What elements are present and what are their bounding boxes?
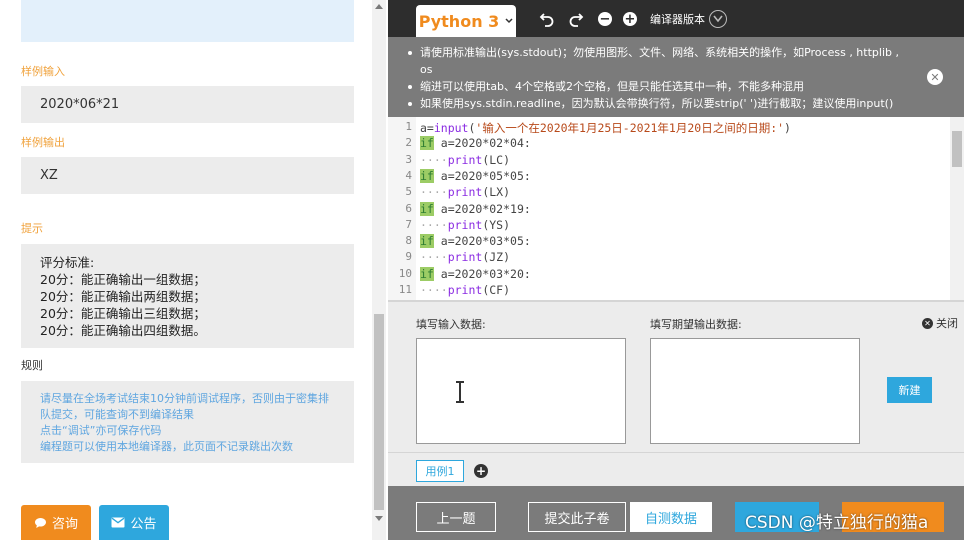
line-number: 4 (405, 168, 412, 182)
line-number: 2 (405, 136, 412, 150)
code-text[interactable]: ····print(LX) (420, 185, 510, 199)
text-cursor-icon (456, 381, 464, 403)
language-select[interactable]: Python 3 (416, 5, 516, 37)
submit-section-button[interactable]: 提交此子卷 (528, 502, 626, 532)
sample-output-label: 样例输出 (21, 136, 65, 149)
rules-label: 规则 (21, 359, 43, 372)
editor-toolbar: Python 3 − + 编译器版本 (388, 0, 964, 37)
line-number: 10 (398, 266, 412, 280)
close-icon: ✕ (922, 317, 933, 329)
expected-output-textarea[interactable] (650, 338, 860, 444)
line-number: 7 (405, 217, 412, 231)
code-editor[interactable]: 1 a=input('输入一个在2020年1月25日-2021年1月20日之间的日… (388, 117, 964, 300)
chat-icon (34, 517, 46, 528)
self-test-button[interactable]: 自测数据 (630, 502, 712, 532)
hint-label: 提示 (21, 222, 43, 235)
code-line[interactable]: 5 ····print(LX) (388, 185, 950, 201)
rule-line: 编程题可以使用本地编译器，此页面不记录跳出次数 (40, 440, 293, 453)
prev-question-button[interactable]: 上一题 (416, 502, 496, 532)
zoom-out-icon[interactable]: − (598, 12, 612, 26)
exam-page: 样例输入 2020*06*21 样例输出 XZ 提示 评分标准: 20分：能正确… (0, 0, 964, 540)
test-io-panel: 填写输入数据: 填写期望输出数据: ✕ 关闭 新建 (388, 300, 964, 452)
rule-line: 队提交，可能查询不到编译结果 (40, 408, 194, 421)
tab-case-1[interactable]: 用例1 (416, 460, 464, 482)
code-text[interactable]: if a=2020*02*04: (420, 136, 531, 151)
io-close-label: 关闭 (936, 317, 958, 330)
notice-line: 如果使用sys.stdin.readline，因为默认会带换行符，所以要stri… (408, 95, 914, 112)
code-line[interactable]: 3 ····print(LC) (388, 153, 950, 169)
code-text[interactable]: ····print(YS) (420, 218, 510, 232)
description-box-tail (21, 0, 354, 42)
undo-icon[interactable] (538, 10, 556, 28)
line-number: 5 (405, 185, 412, 199)
code-panel: Python 3 − + 编译器版本 请使用标准输出(sys.stdout)；勿… (388, 0, 964, 540)
rules-box: 请尽量在全场考试结束10分钟前调试程序，否则由于密集排 队提交，可能查询不到编译… (21, 381, 354, 463)
input-data-textarea[interactable] (416, 338, 626, 444)
code-line[interactable]: 9 ····print(JZ) (388, 250, 950, 266)
code-text[interactable]: a=input('输入一个在2020年1月25日-2021年1月20日之间的日期… (420, 120, 791, 136)
rule-line: 点击“调试”亦可保存代码 (40, 424, 162, 437)
hint-line: 20分：能正确输出四组数据。 (40, 323, 206, 338)
code-line[interactable]: 10 if a=2020*03*20: (388, 266, 950, 283)
line-number: 8 (405, 234, 412, 248)
notice-close-icon[interactable]: ✕ (927, 69, 943, 85)
left-scrollbar[interactable] (372, 0, 386, 540)
code-line[interactable]: 11 ····print(CF) (388, 283, 950, 299)
hint-line: 20分：能正确输出两组数据； (40, 289, 206, 304)
chevron-down-icon (505, 18, 513, 24)
notice-button[interactable]: 公告 (99, 505, 169, 540)
scroll-up-icon[interactable] (375, 4, 383, 9)
code-line[interactable]: 2 if a=2020*02*04: (388, 136, 950, 152)
watermark: CSDN @特立独行的猫a (745, 513, 929, 533)
code-line[interactable]: 7 ····print(YS) (388, 218, 950, 234)
code-text[interactable]: if a=2020*05*05: (420, 168, 531, 183)
code-text[interactable]: ····print(CF) (420, 283, 510, 297)
left-scrollbar-thumb[interactable] (374, 314, 384, 510)
add-case-icon[interactable]: + (474, 464, 488, 478)
code-text[interactable]: ····print(JZ) (420, 250, 510, 264)
problem-panel: 样例输入 2020*06*21 样例输出 XZ 提示 评分标准: 20分：能正确… (0, 0, 372, 540)
consult-label: 咨询 (51, 517, 78, 532)
line-number: 9 (405, 250, 412, 264)
code-text[interactable]: ····print(LC) (420, 153, 510, 167)
consult-button[interactable]: 咨询 (21, 505, 91, 540)
io-close-button[interactable]: ✕ 关闭 (922, 315, 958, 331)
code-text[interactable]: if a=2020*03*05: (420, 234, 531, 249)
hint-line: 评分标准: (40, 255, 95, 270)
line-number: 1 (405, 120, 412, 133)
hint-box: 评分标准: 20分：能正确输出一组数据； 20分：能正确输出两组数据； 20分：… (21, 244, 354, 348)
sample-input-value: 2020*06*21 (21, 86, 354, 123)
editor-scrollbar-thumb[interactable] (952, 131, 962, 167)
sample-output-value: XZ (21, 157, 354, 194)
sample-input-label: 样例输入 (21, 65, 65, 78)
line-number: 3 (405, 152, 412, 166)
hint-line: 20分：能正确输出三组数据； (40, 306, 206, 321)
zoom-in-icon[interactable]: + (623, 12, 637, 26)
test-case-bar: 用例1 + (388, 452, 964, 486)
notice-line: 请使用标准输出(sys.stdout)；勿使用图形、文件、网络、系统相关的操作，… (408, 44, 914, 78)
compiler-version-label[interactable]: 编译器版本 (650, 11, 705, 27)
code-line[interactable]: 8 if a=2020*03*05: (388, 234, 950, 250)
notice-label: 公告 (130, 517, 157, 532)
scroll-down-icon[interactable] (375, 516, 383, 521)
code-line[interactable]: 1 a=input('输入一个在2020年1月25日-2021年1月20日之间的日… (388, 120, 950, 136)
input-data-label: 填写输入数据: (416, 318, 486, 331)
version-info-icon[interactable] (709, 10, 727, 28)
editor-notice: 请使用标准输出(sys.stdout)；勿使用图形、文件、网络、系统相关的操作，… (388, 37, 964, 117)
new-case-button[interactable]: 新建 (887, 377, 932, 403)
editor-scrollbar[interactable] (950, 117, 964, 300)
redo-icon[interactable] (567, 10, 585, 28)
envelope-icon (111, 517, 125, 528)
line-number: 6 (405, 201, 412, 215)
line-number: 11 (398, 283, 412, 296)
expected-output-label: 填写期望输出数据: (650, 318, 742, 331)
rule-line: 请尽量在全场考试结束10分钟前调试程序，否则由于密集排 (40, 392, 329, 405)
hint-line: 20分：能正确输出一组数据； (40, 272, 206, 287)
code-text[interactable]: if a=2020*02*19: (420, 201, 531, 216)
code-text[interactable]: if a=2020*03*20: (420, 266, 531, 281)
code-line[interactable]: 6 if a=2020*02*19: (388, 201, 950, 218)
notice-line: 缩进可以使用tab、4个空格或2个空格，但是只能任选其中一种，不能多种混用 (408, 78, 914, 95)
language-label: Python 3 (418, 11, 500, 31)
code-line[interactable]: 4 if a=2020*05*05: (388, 168, 950, 185)
